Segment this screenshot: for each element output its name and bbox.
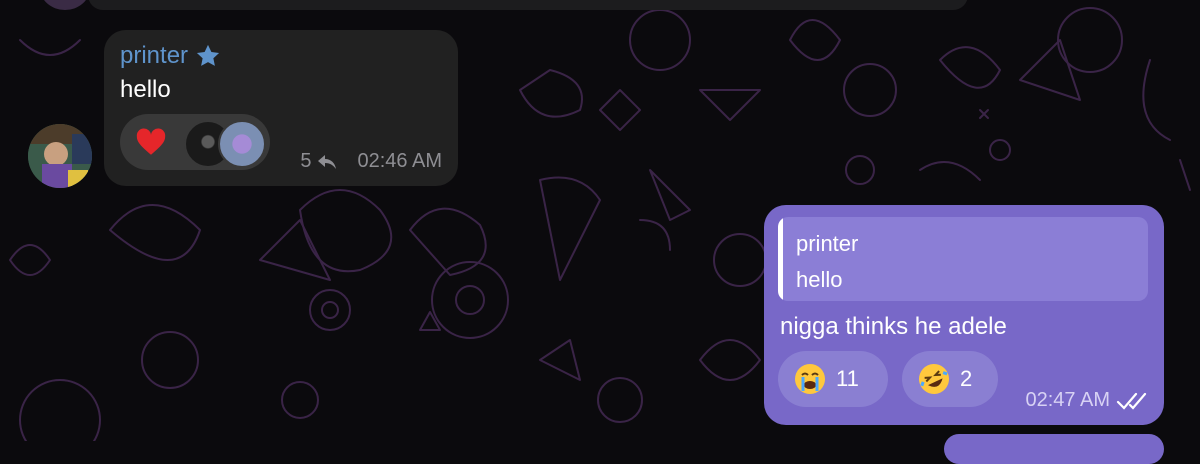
sender-name[interactable]: printer xyxy=(120,42,188,70)
message-meta: 02:47 AM xyxy=(1025,389,1150,412)
incoming-message-bubble[interactable]: printer hello 5 02:46 AM xyxy=(104,30,458,186)
sender-name-row[interactable]: printer xyxy=(120,42,222,70)
outgoing-message-bubble[interactable]: printer hello nigga thinks he adele 11 2… xyxy=(764,205,1164,425)
message-meta: 5 02:46 AM xyxy=(300,150,442,173)
sender-avatar[interactable] xyxy=(28,124,92,188)
reaction-count: 2 xyxy=(960,366,973,391)
reply-count: 5 xyxy=(300,150,312,172)
reaction-count: 11 xyxy=(836,366,859,391)
reaction-crying[interactable]: 11 xyxy=(778,351,888,407)
double-check-icon xyxy=(1116,392,1147,410)
quote-bar xyxy=(778,217,783,301)
reaction-laughing[interactable]: 2 xyxy=(902,351,998,407)
rolling-on-floor-laughing-icon xyxy=(919,364,949,394)
next-message-bubble[interactable] xyxy=(944,434,1164,464)
star-icon xyxy=(196,44,220,66)
message-time: 02:47 AM xyxy=(1025,389,1110,411)
loudly-crying-face-icon xyxy=(795,364,825,394)
quote-sender: printer xyxy=(796,231,859,256)
heart-icon xyxy=(136,128,166,155)
avatar-image xyxy=(28,124,92,188)
reactor-avatar xyxy=(218,120,266,168)
reply-icon[interactable] xyxy=(317,153,337,171)
message-text: nigga thinks he adele xyxy=(780,313,1007,340)
message-time: 02:46 AM xyxy=(357,150,442,172)
reply-quote[interactable]: printer hello xyxy=(778,217,1148,301)
quote-text: hello xyxy=(796,267,843,292)
message-text: hello xyxy=(120,76,171,103)
reaction-heart[interactable] xyxy=(120,114,270,170)
previous-message-bubble[interactable] xyxy=(88,0,968,10)
